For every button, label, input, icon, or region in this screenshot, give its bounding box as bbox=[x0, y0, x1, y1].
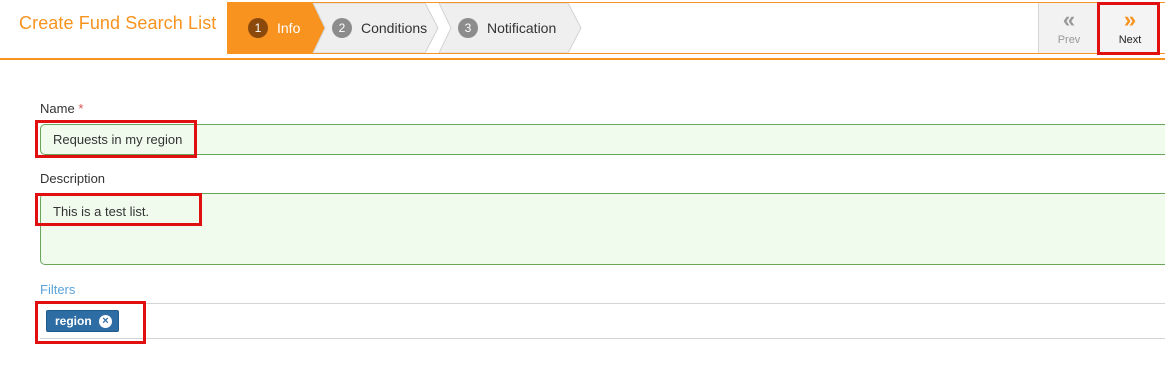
step-label: Notification bbox=[487, 20, 557, 36]
next-label: Next bbox=[1118, 33, 1142, 46]
filters-input[interactable]: region × bbox=[40, 303, 1165, 339]
name-label-text: Name bbox=[40, 101, 75, 116]
prev-button[interactable]: « Prev bbox=[1038, 3, 1099, 53]
step-number: 3 bbox=[458, 18, 478, 38]
required-marker: * bbox=[78, 101, 84, 116]
prev-label: Prev bbox=[1057, 33, 1081, 46]
step-label: Conditions bbox=[361, 20, 428, 36]
page-title: Create Fund Search List bbox=[19, 13, 217, 33]
description-label: Description bbox=[40, 171, 106, 186]
name-input[interactable]: Requests in my region bbox=[40, 124, 1165, 155]
description-input[interactable]: This is a test list. bbox=[40, 193, 1165, 265]
step-label: Info bbox=[277, 20, 301, 36]
close-circle-icon[interactable]: × bbox=[99, 315, 112, 328]
next-button[interactable]: » Next bbox=[1099, 3, 1160, 53]
double-chevron-left-icon: « bbox=[1062, 6, 1076, 32]
wizard-step-notification[interactable]: 3 Notification bbox=[438, 3, 588, 53]
filter-tag-region: region × bbox=[46, 310, 119, 332]
filters-label: Filters bbox=[40, 282, 76, 297]
step-number: 2 bbox=[332, 18, 352, 38]
step-number: 1 bbox=[248, 18, 268, 38]
name-label: Name * bbox=[40, 101, 83, 116]
filter-tag-label: region bbox=[55, 314, 92, 328]
wizard-bar: 1 Info 2 Conditions 3 Notification « Pre… bbox=[227, 2, 1165, 54]
double-chevron-right-icon: » bbox=[1123, 6, 1137, 32]
wizard-step-conditions[interactable]: 2 Conditions bbox=[312, 3, 442, 53]
